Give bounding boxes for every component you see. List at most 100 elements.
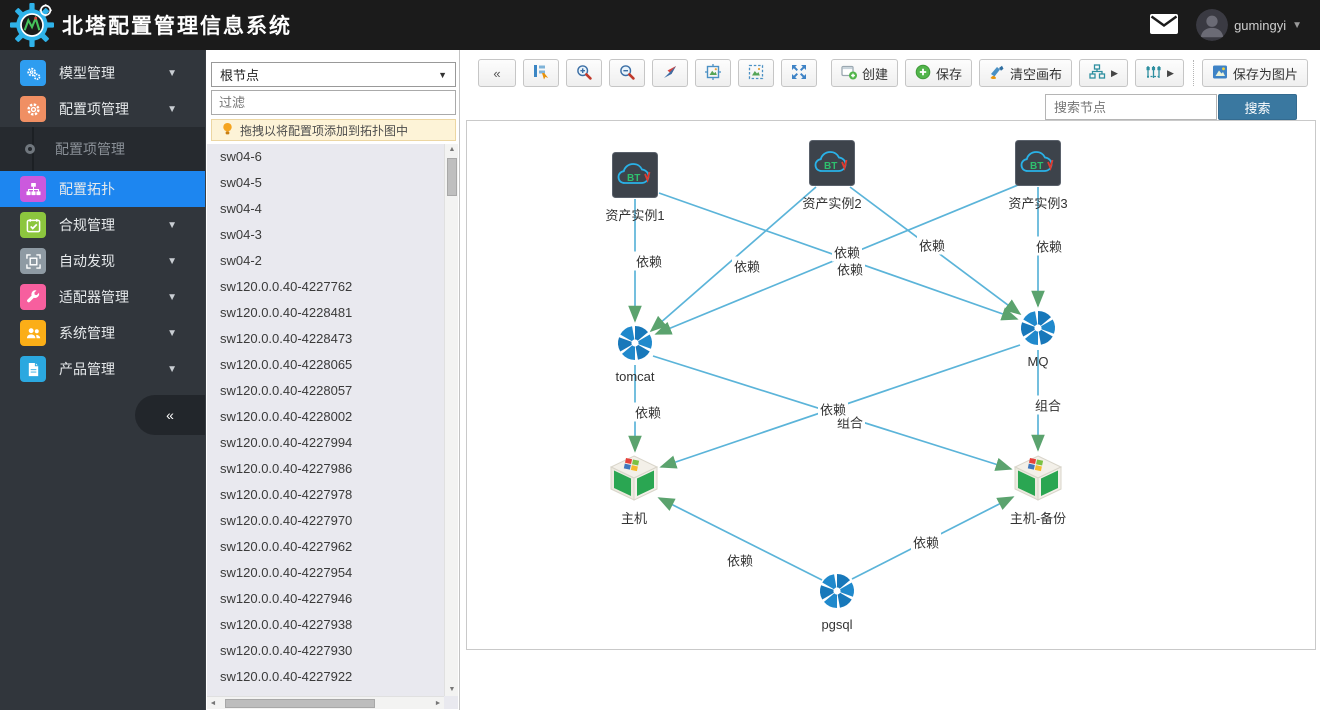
- edge-label: 依赖: [817, 399, 849, 419]
- sidebar-item-6[interactable]: 适配器管理 ▼: [0, 279, 205, 315]
- list-item[interactable]: sw120.0.0.40-4228002: [207, 404, 458, 430]
- vertical-scrollbar[interactable]: ▲ ▼: [444, 144, 458, 696]
- sidebar: 模型管理 ▼ 配置项管理 ▼ 配置项管理 配置拓扑 合规管理 ▼ 自动发现 ▼ 适配器管理 ▼ 系统管理…: [0, 50, 205, 710]
- drag-hint-text: 拖拽以将配置项添加到拓扑图中: [240, 123, 409, 138]
- list-item[interactable]: sw120.0.0.40-4227946: [207, 586, 458, 612]
- filter-input[interactable]: [211, 90, 456, 115]
- vertical-scroll-thumb[interactable]: [447, 158, 457, 196]
- top-bar: 北塔配置管理信息系统 gumingyi ▼: [0, 0, 1320, 50]
- horizontal-scroll-thumb[interactable]: [225, 699, 375, 708]
- list-item[interactable]: sw120.0.0.40-4227954: [207, 560, 458, 586]
- expand-fullscreen-icon: [791, 64, 807, 83]
- list-item[interactable]: sw120.0.0.40-4227994: [207, 430, 458, 456]
- list-item[interactable]: sw04-3: [207, 222, 458, 248]
- list-item[interactable]: sw120.0.0.40-4228065: [207, 352, 458, 378]
- list-item[interactable]: sw120.0.0.40-4228481: [207, 300, 458, 326]
- topology-node-pgsql[interactable]: pgsql: [792, 572, 882, 632]
- edge-label: 依赖: [633, 251, 665, 271]
- sidebar-subitem-2[interactable]: 配置项管理: [0, 127, 205, 171]
- svg-text:BT: BT: [824, 161, 837, 172]
- chevron-down-icon: ▼: [1292, 19, 1302, 31]
- save-as-image-button[interactable]: 保存为图片: [1201, 59, 1308, 87]
- compass-button[interactable]: [652, 59, 688, 87]
- list-item[interactable]: sw120.0.0.40-4227930: [207, 638, 458, 664]
- lightbulb-icon: [222, 122, 233, 139]
- create-label: 创建: [862, 66, 889, 82]
- sidebar-item-5[interactable]: 自动发现 ▼: [0, 243, 205, 279]
- dropdown-caret-icon: ▶: [1111, 67, 1118, 78]
- topology-canvas[interactable]: 依赖 依赖 依赖 依赖 依赖 依赖 依赖 组合 依赖 组合 依赖 依赖 BT 资产实例1 BT 资产实例2 BT…: [466, 120, 1316, 650]
- node-label: 资产实例1: [605, 208, 665, 223]
- sidebar-collapse-button[interactable]: «: [135, 395, 205, 435]
- user-menu[interactable]: gumingyi ▼: [1196, 9, 1302, 41]
- list-item[interactable]: sw04-5: [207, 170, 458, 196]
- sidebar-item-3[interactable]: 配置拓扑: [0, 171, 205, 207]
- expand-fullscreen-button[interactable]: [781, 59, 817, 87]
- search-button[interactable]: 搜索: [1218, 94, 1297, 120]
- node-label: pgsql: [821, 617, 853, 632]
- layout-grid-dropdown-button[interactable]: ▶: [1134, 59, 1184, 87]
- collapse-panel-button[interactable]: «: [478, 59, 516, 87]
- root-node-select[interactable]: 根节点 ▼: [211, 62, 456, 87]
- root-node-select-value: 根节点: [220, 68, 260, 83]
- edge-label: 依赖: [724, 550, 756, 570]
- chevron-down-icon: ▼: [167, 67, 177, 79]
- topology-node-asset3[interactable]: BT 资产实例3: [993, 140, 1083, 212]
- chevron-down-icon: ▼: [167, 219, 177, 231]
- mail-button[interactable]: [1150, 13, 1179, 37]
- save-as-image-label: 保存为图片: [1232, 66, 1298, 82]
- list-item[interactable]: sw120.0.0.40-4227978: [207, 482, 458, 508]
- horizontal-scrollbar[interactable]: ◄ ►: [207, 696, 444, 709]
- list-item[interactable]: sw120.0.0.40-4228473: [207, 326, 458, 352]
- list-item[interactable]: sw120.0.0.40-4227970: [207, 508, 458, 534]
- sidebar-item-7[interactable]: 系统管理 ▼: [0, 315, 205, 351]
- topology-node-asset2[interactable]: BT 资产实例2: [787, 140, 877, 212]
- list-item[interactable]: sw120.0.0.40-4227922: [207, 664, 458, 690]
- sidebar-item-1[interactable]: 配置项管理 ▼: [0, 91, 205, 127]
- list-item[interactable]: sw120.0.0.40-4227762: [207, 274, 458, 300]
- create-button[interactable]: 创建: [831, 59, 899, 87]
- save-button[interactable]: 保存: [905, 59, 973, 87]
- app-logo-icon: [10, 3, 54, 47]
- topology-node-hostbk[interactable]: 主机-备份: [993, 455, 1083, 527]
- layout-hierarchy-icon: [1089, 63, 1106, 83]
- asset-icon: BT: [1015, 140, 1061, 190]
- marquee-image-icon: [748, 64, 764, 83]
- scroll-up-icon[interactable]: ▲: [445, 144, 459, 156]
- list-item[interactable]: sw120.0.0.40-4227986: [207, 456, 458, 482]
- sidebar-item-4[interactable]: 合规管理 ▼: [0, 207, 205, 243]
- file-icon: [20, 356, 46, 382]
- hierarchy-pointer-button[interactable]: [523, 59, 559, 87]
- zoom-out-button[interactable]: [609, 59, 645, 87]
- topology-node-host[interactable]: 主机: [589, 455, 679, 527]
- marquee-image-button[interactable]: [738, 59, 774, 87]
- host-icon: [609, 455, 659, 505]
- search-node-input[interactable]: [1045, 94, 1217, 120]
- sidebar-item-8[interactable]: 产品管理 ▼: [0, 351, 205, 387]
- clear-canvas-button[interactable]: 清空画布: [979, 59, 1073, 87]
- scroll-right-icon[interactable]: ►: [432, 697, 444, 710]
- chevron-down-icon: ▼: [167, 363, 177, 375]
- circle-bullet-icon: [25, 144, 35, 154]
- list-item[interactable]: sw120.0.0.40-4228057: [207, 378, 458, 404]
- cogs-icon: [20, 60, 46, 86]
- list-item[interactable]: sw120.0.0.40-4227962: [207, 534, 458, 560]
- list-item[interactable]: sw04-4: [207, 196, 458, 222]
- topology-node-mq[interactable]: MQ: [993, 309, 1083, 369]
- list-item[interactable]: sw120.0.0.40-4227938: [207, 612, 458, 638]
- fit-image-button[interactable]: [695, 59, 731, 87]
- layout-hierarchy-dropdown-button[interactable]: ▶: [1079, 59, 1128, 87]
- topology-node-tomcat[interactable]: tomcat: [590, 324, 680, 384]
- scroll-down-icon[interactable]: ▼: [445, 684, 459, 696]
- edge-label: 依赖: [1033, 236, 1065, 256]
- hierarchy-pointer-icon: [533, 64, 549, 83]
- list-item[interactable]: sw04-2: [207, 248, 458, 274]
- zoom-in-button[interactable]: [566, 59, 602, 87]
- topology-node-asset1[interactable]: BT 资产实例1: [590, 152, 680, 224]
- list-item[interactable]: sw04-6: [207, 144, 458, 170]
- node-label: tomcat: [615, 369, 655, 384]
- topology-workspace: « 创建 保存 清空画布 ▶ ▶ 保存为图片 搜索节点 搜索 依赖 依赖 依赖 …: [460, 50, 1320, 710]
- mail-icon: [1150, 13, 1179, 37]
- scroll-left-icon[interactable]: ◄: [207, 697, 219, 710]
- sidebar-item-0[interactable]: 模型管理 ▼: [0, 55, 205, 91]
